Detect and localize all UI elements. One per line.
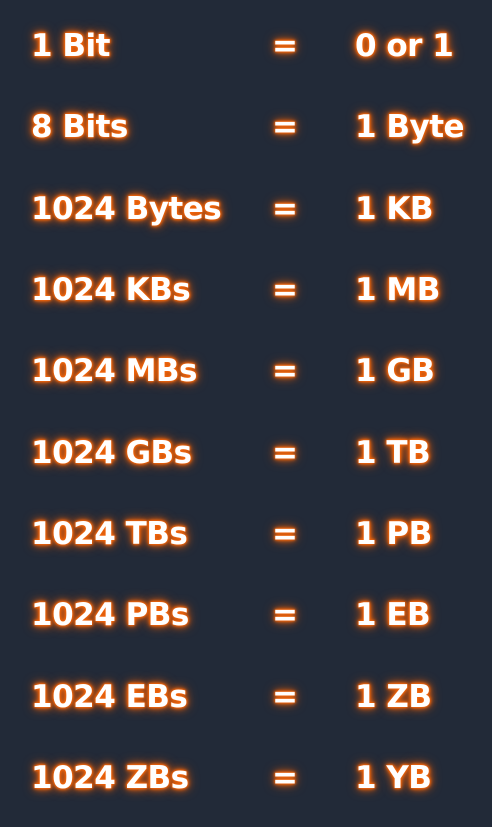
unit-left: 1024 KBs	[31, 272, 191, 308]
conversion-row: 1024 Bytes = 1 KB	[0, 179, 492, 239]
unit-right: 0 or 1	[355, 28, 454, 64]
equals-sign: =	[272, 109, 298, 145]
conversion-row: 1024 GBs = 1 TB	[0, 423, 492, 483]
equals-sign: =	[272, 28, 298, 64]
conversion-row: 1024 TBs = 1 PB	[0, 504, 492, 564]
equals-sign: =	[272, 679, 298, 715]
conversion-table: 1 Bit = 0 or 1 8 Bits = 1 Byte 1024 Byte…	[0, 0, 492, 827]
conversion-row: 1024 EBs = 1 ZB	[0, 667, 492, 727]
unit-right: 1 GB	[355, 353, 435, 389]
conversion-row: 1024 MBs = 1 GB	[0, 341, 492, 401]
unit-left: 1024 TBs	[31, 516, 188, 552]
equals-sign: =	[272, 272, 298, 308]
conversion-row: 1024 ZBs = 1 YB	[0, 748, 492, 808]
unit-left: 1024 GBs	[31, 435, 192, 471]
unit-right: 1 Byte	[355, 109, 465, 145]
unit-left: 1024 EBs	[31, 679, 188, 715]
equals-sign: =	[272, 353, 298, 389]
unit-left: 1024 PBs	[31, 597, 189, 633]
equals-sign: =	[272, 516, 298, 552]
equals-sign: =	[272, 597, 298, 633]
unit-right: 1 KB	[355, 191, 434, 227]
conversion-row: 8 Bits = 1 Byte	[0, 97, 492, 157]
equals-sign: =	[272, 191, 298, 227]
unit-left: 1 Bit	[31, 28, 110, 64]
equals-sign: =	[272, 760, 298, 796]
unit-right: 1 MB	[355, 272, 440, 308]
unit-right: 1 YB	[355, 760, 432, 796]
unit-left: 1024 Bytes	[31, 191, 222, 227]
unit-left: 1024 MBs	[31, 353, 198, 389]
unit-right: 1 ZB	[355, 679, 432, 715]
equals-sign: =	[272, 435, 298, 471]
unit-left: 8 Bits	[31, 109, 128, 145]
unit-right: 1 PB	[355, 516, 432, 552]
conversion-row: 1024 KBs = 1 MB	[0, 260, 492, 320]
unit-right: 1 TB	[355, 435, 431, 471]
unit-left: 1024 ZBs	[31, 760, 189, 796]
conversion-row: 1024 PBs = 1 EB	[0, 585, 492, 645]
unit-right: 1 EB	[355, 597, 431, 633]
conversion-row: 1 Bit = 0 or 1	[0, 16, 492, 76]
